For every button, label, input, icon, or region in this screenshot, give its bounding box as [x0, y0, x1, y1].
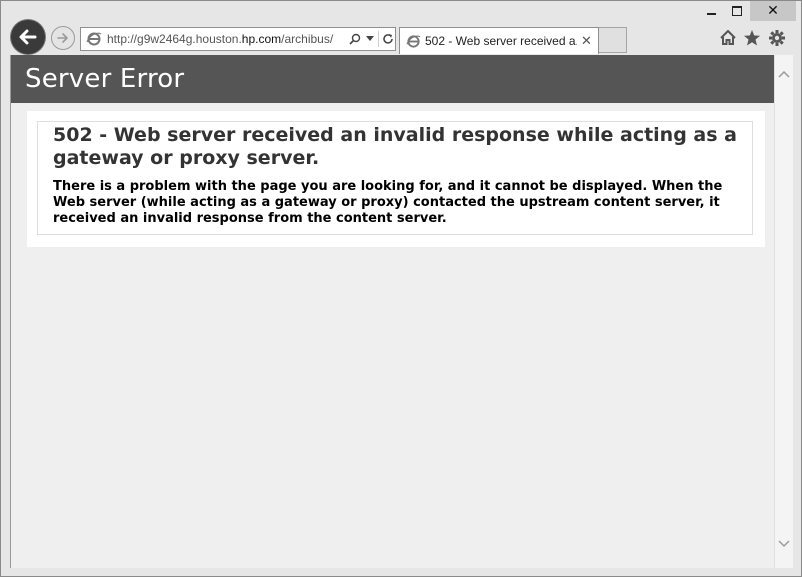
- browser-window: ✕ http://g9w2464g.houston.hp.com/archibu…: [0, 0, 802, 577]
- gear-icon[interactable]: [767, 28, 787, 48]
- error-message: There is a problem with the page you are…: [53, 179, 723, 226]
- maximize-icon: [732, 6, 742, 16]
- error-content-panel: 502 - Web server received an invalid res…: [27, 111, 765, 247]
- error-header-bar: Server Error: [11, 55, 775, 103]
- tab-502-error[interactable]: 502 - Web server received a... ✕: [399, 27, 599, 54]
- url-text[interactable]: http://g9w2464g.houston.hp.com/archibus/: [107, 32, 343, 46]
- address-bar[interactable]: http://g9w2464g.houston.hp.com/archibus/: [80, 27, 396, 51]
- minimize-button[interactable]: [698, 1, 724, 21]
- vertical-scrollbar[interactable]: [774, 55, 793, 568]
- minimize-icon: [706, 13, 716, 15]
- new-tab-button[interactable]: [599, 27, 627, 53]
- home-icon[interactable]: [718, 28, 738, 48]
- back-button[interactable]: [11, 20, 45, 54]
- error-content-box: 502 - Web server received an invalid res…: [37, 121, 753, 235]
- close-icon: ✕: [767, 3, 779, 19]
- page-title: Server Error: [25, 64, 185, 94]
- maximize-button[interactable]: [724, 1, 750, 21]
- arrow-left-icon: [19, 29, 37, 45]
- chevron-up-icon[interactable]: [775, 65, 793, 83]
- error-heading: 502 - Web server received an invalid res…: [53, 124, 737, 169]
- chevron-down-icon[interactable]: [362, 30, 377, 48]
- tab-title: 502 - Web server received a...: [425, 34, 577, 48]
- internet-explorer-icon: [85, 30, 103, 48]
- close-tab-icon[interactable]: ✕: [581, 34, 592, 49]
- page-viewport: Server Error 502 - Web server received a…: [10, 55, 775, 568]
- forward-button[interactable]: [51, 26, 75, 50]
- arrow-right-icon: [57, 33, 68, 43]
- internet-explorer-icon: [405, 33, 421, 49]
- search-icon[interactable]: [347, 30, 362, 48]
- refresh-icon[interactable]: [380, 30, 395, 48]
- close-window-button[interactable]: ✕: [750, 1, 796, 21]
- chevron-down-icon[interactable]: [775, 535, 793, 553]
- star-icon[interactable]: [742, 28, 762, 48]
